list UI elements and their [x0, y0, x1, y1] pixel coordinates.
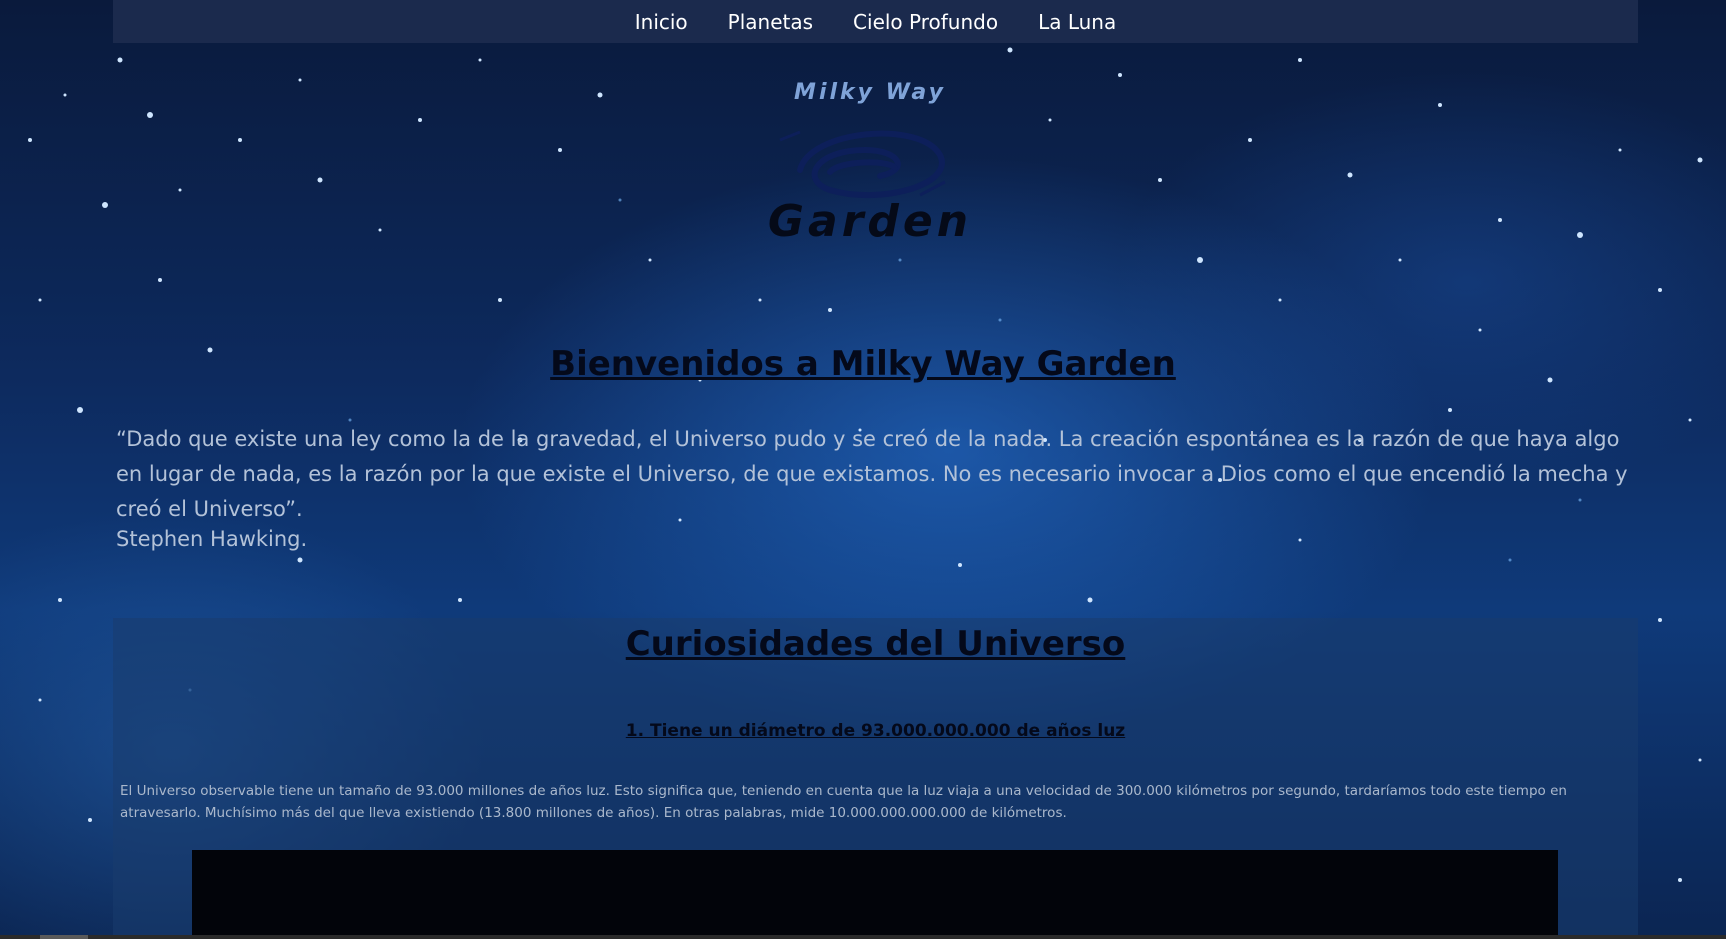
video-embed[interactable] — [192, 850, 1558, 939]
logo-top-text: Milky Way — [794, 80, 946, 105]
nav-link-la-luna[interactable]: La Luna — [1018, 10, 1136, 34]
quote-author: Stephen Hawking. — [116, 527, 308, 551]
nav-link-inicio[interactable]: Inicio — [615, 10, 708, 34]
fact-title: 1. Tiene un diámetro de 93.000.000.000 d… — [625, 721, 1126, 741]
site-logo[interactable]: Milky Way Garden — [740, 76, 1000, 256]
logo-bottom-text: Garden — [767, 196, 973, 247]
fact-text: El Universo observable tiene un tamaño d… — [120, 783, 1567, 821]
galaxy-swirl-icon — [779, 130, 946, 199]
scrollbar-thumb[interactable] — [40, 935, 88, 939]
top-navbar: Inicio Planetas Cielo Profundo La Luna — [113, 0, 1638, 43]
page-title: Bienvenidos a Milky Way Garden — [550, 344, 1176, 384]
nav-link-planetas[interactable]: Planetas — [708, 10, 833, 34]
nav-link-cielo-profundo[interactable]: Cielo Profundo — [833, 10, 1018, 34]
horizontal-scrollbar[interactable] — [0, 935, 1726, 939]
section-title: Curiosidades del Universo — [625, 624, 1126, 664]
hawking-quote: “Dado que existe una ley como la de la g… — [116, 427, 1628, 521]
curiosities-section: Curiosidades del Universo 1. Tiene un di… — [113, 618, 1638, 939]
